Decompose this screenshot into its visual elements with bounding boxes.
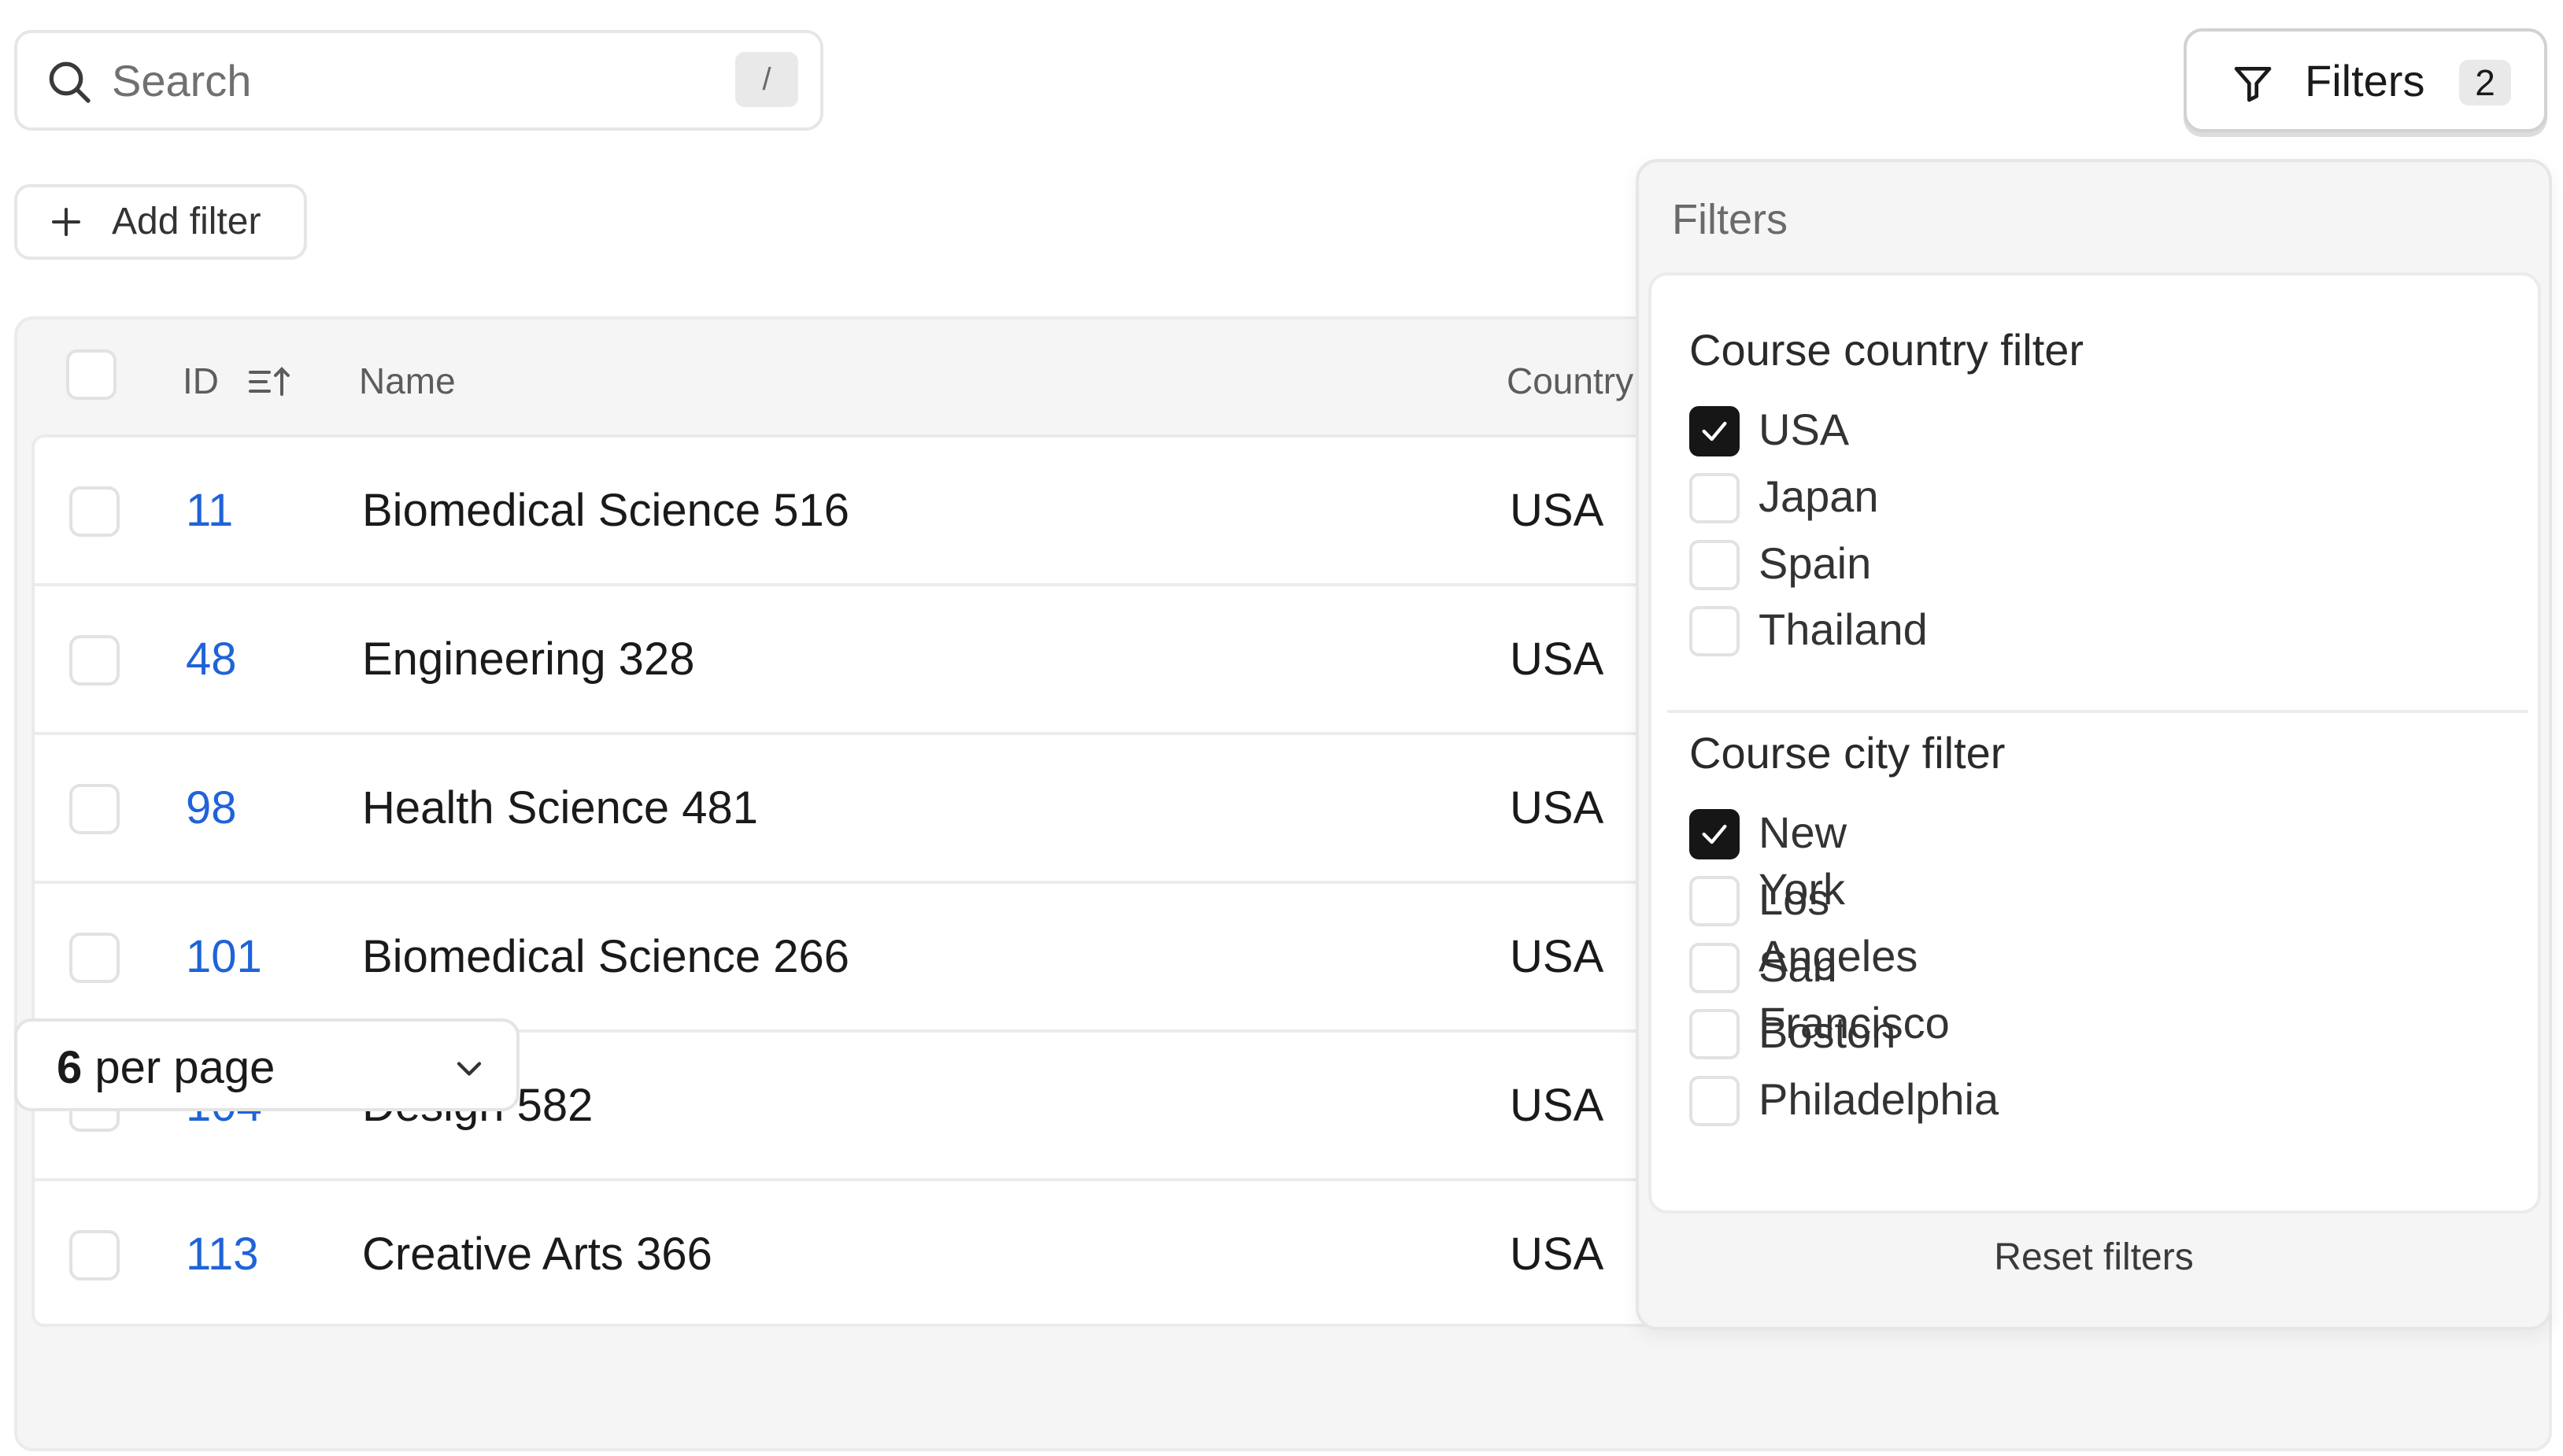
filters-popover: Filters Course country filter USA Japan … (1636, 159, 2552, 1330)
row-country: USA (1510, 1080, 1604, 1131)
checkbox[interactable] (1689, 606, 1740, 656)
checkbox[interactable] (1689, 540, 1740, 590)
check-icon (1702, 824, 1727, 844)
row-name: Engineering 328 (362, 634, 695, 685)
add-filter-label: Add filter (112, 201, 261, 242)
row-country: USA (1510, 485, 1604, 536)
search-shortcut-hint: / (735, 52, 798, 107)
filter-icon (2234, 67, 2272, 102)
row-checkbox[interactable] (69, 933, 120, 983)
filter-option-label: USA (1759, 405, 1850, 454)
filter-option-label: Thailand (1759, 604, 1928, 654)
filters-button-label: Filters (2305, 56, 2425, 105)
city-filter-title: Course city filter (1689, 728, 2006, 778)
add-filter-button[interactable]: Add filter (14, 184, 307, 260)
row-id-link[interactable]: 48 (186, 632, 237, 687)
checkbox[interactable] (1689, 1076, 1740, 1126)
per-page-suffix: per page (94, 1042, 276, 1093)
search-input[interactable] (112, 50, 726, 110)
checkbox[interactable] (1689, 1009, 1740, 1059)
check-icon (1702, 421, 1727, 442)
row-checkbox[interactable] (69, 635, 120, 686)
per-page-number: 6 (57, 1042, 83, 1093)
row-checkbox[interactable] (69, 1230, 120, 1280)
filters-popover-body: Course country filter USA Japan Spain Th… (1648, 272, 2541, 1214)
search-box[interactable]: / (14, 30, 823, 131)
row-name: Health Science 481 (362, 782, 758, 833)
row-id-link[interactable]: 101 (186, 929, 262, 985)
filters-popover-title: Filters (1672, 196, 1788, 243)
sort-ascending-icon[interactable] (246, 362, 293, 401)
row-name: Biomedical Science 516 (362, 485, 850, 536)
per-page-value: 6 per page (57, 1042, 275, 1094)
select-all-checkbox[interactable] (66, 349, 116, 400)
reset-filters-button[interactable]: Reset filters (1639, 1234, 2549, 1281)
row-country: USA (1510, 931, 1604, 982)
checkbox-checked[interactable] (1689, 809, 1740, 859)
column-header-name[interactable]: Name (359, 357, 456, 405)
row-name: Biomedical Science 266 (362, 931, 850, 982)
row-checkbox[interactable] (69, 784, 120, 834)
checkbox[interactable] (1689, 876, 1740, 926)
plus-icon (52, 208, 80, 236)
filter-option-label: Japan (1759, 471, 1879, 521)
country-filter-title: Course country filter (1689, 325, 2084, 375)
row-country: USA (1510, 1229, 1604, 1280)
filter-option-label: Boston (1759, 1007, 1896, 1057)
filters-count-badge: 2 (2459, 60, 2511, 105)
checkbox[interactable] (1689, 943, 1740, 993)
filter-option-label: Philadelphia (1759, 1074, 1999, 1124)
row-country: USA (1510, 782, 1604, 833)
row-id-link[interactable]: 98 (186, 781, 237, 836)
row-id-link[interactable]: 11 (186, 483, 233, 538)
filter-group-divider (1667, 710, 2528, 713)
row-id-link[interactable]: 113 (186, 1227, 258, 1282)
checkbox-checked[interactable] (1689, 406, 1740, 456)
per-page-select[interactable]: 6 per page (14, 1018, 520, 1111)
search-icon (49, 61, 91, 103)
column-header-id[interactable]: ID (183, 357, 219, 405)
row-name: Creative Arts 366 (362, 1229, 712, 1280)
filter-option-label: Spain (1759, 538, 1872, 588)
column-header-country[interactable]: Country (1507, 357, 1656, 405)
checkbox[interactable] (1689, 473, 1740, 523)
filters-button[interactable]: Filters 2 (2184, 28, 2547, 132)
row-country: USA (1510, 634, 1604, 685)
row-checkbox[interactable] (69, 486, 120, 537)
chevron-down-icon (457, 1062, 482, 1076)
